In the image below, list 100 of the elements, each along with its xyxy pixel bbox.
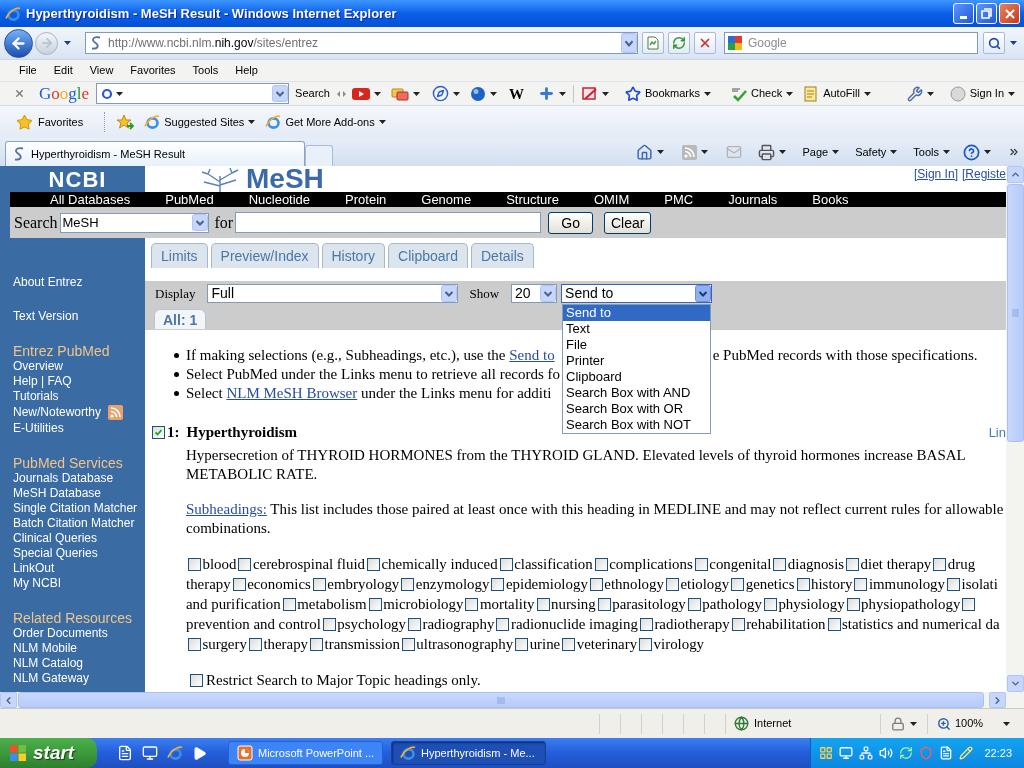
sidebar-link[interactable]: Special Queries bbox=[13, 546, 98, 561]
checkbox[interactable] bbox=[846, 598, 860, 611]
sidebar-link[interactable]: Order Documents bbox=[13, 626, 108, 641]
header-link[interactable]: [Registe bbox=[961, 167, 1006, 181]
pencil-icon[interactable] bbox=[959, 746, 973, 760]
spellcheck-button[interactable]: Check bbox=[727, 82, 797, 105]
checkbox[interactable] bbox=[639, 618, 653, 631]
checkbox[interactable] bbox=[188, 638, 201, 651]
page-tab[interactable]: Details bbox=[471, 243, 534, 268]
toolbar-search-button[interactable]: Search bbox=[294, 82, 331, 105]
checkbox[interactable] bbox=[190, 673, 203, 687]
scroll-down-button[interactable] bbox=[1006, 675, 1024, 692]
database-link[interactable]: Protein bbox=[345, 192, 387, 207]
checkbox[interactable] bbox=[536, 598, 550, 611]
database-link[interactable]: Nucleotide bbox=[248, 192, 311, 207]
checkbox[interactable] bbox=[594, 558, 608, 571]
database-link[interactable]: Genome bbox=[421, 192, 472, 207]
command-menu[interactable]: Tools bbox=[910, 141, 953, 163]
menu-item[interactable]: Edit bbox=[46, 60, 80, 81]
favorites-button[interactable]: Favorites bbox=[13, 110, 87, 134]
checkbox[interactable] bbox=[248, 638, 262, 651]
sync-icon[interactable] bbox=[899, 746, 913, 760]
checkbox[interactable] bbox=[368, 598, 382, 611]
checkbox[interactable] bbox=[465, 598, 479, 611]
send-to-select[interactable]: Send to bbox=[561, 284, 713, 303]
checkbox[interactable] bbox=[188, 558, 201, 571]
menu-item[interactable]: File bbox=[12, 60, 44, 81]
checkbox[interactable] bbox=[796, 578, 810, 591]
checkbox[interactable] bbox=[773, 558, 787, 571]
clear-button[interactable]: Clear bbox=[604, 211, 652, 234]
result-tab[interactable]: All: 1 bbox=[154, 309, 207, 329]
database-link[interactable]: PubMed bbox=[165, 192, 214, 207]
checkbox[interactable] bbox=[496, 618, 510, 631]
checkbox[interactable] bbox=[312, 578, 326, 591]
database-select[interactable]: MeSH bbox=[59, 212, 209, 233]
subheadings-link[interactable]: Subheadings: bbox=[186, 501, 267, 517]
menu-item[interactable]: View bbox=[82, 60, 121, 81]
checkbox[interactable] bbox=[322, 618, 336, 631]
checkbox[interactable] bbox=[282, 598, 296, 611]
checkbox[interactable] bbox=[846, 558, 860, 571]
checkbox[interactable] bbox=[310, 638, 324, 651]
database-link[interactable]: OMIM bbox=[593, 192, 630, 207]
links-menu-link[interactable]: Lin bbox=[988, 422, 1006, 443]
checkbox[interactable] bbox=[687, 598, 701, 611]
search-input[interactable] bbox=[235, 212, 542, 233]
sidebar-link[interactable]: LinkOut bbox=[13, 561, 55, 576]
checkbox[interactable] bbox=[367, 558, 380, 571]
network-icon[interactable] bbox=[859, 746, 873, 760]
search-field[interactable]: Google bbox=[724, 32, 978, 54]
document-icon[interactable] bbox=[939, 746, 953, 760]
database-link[interactable]: Structure bbox=[506, 192, 559, 207]
checkbox[interactable] bbox=[639, 638, 653, 651]
go-button[interactable]: Go bbox=[548, 211, 594, 234]
sidebar-link[interactable]: Batch Citation Matcher bbox=[13, 516, 135, 531]
checkbox[interactable] bbox=[962, 598, 976, 611]
favorites-link[interactable]: Get More Add-ons bbox=[263, 110, 388, 134]
checkbox[interactable] bbox=[731, 618, 745, 631]
taskbar-button[interactable]: Hyperthyroidism - Me... bbox=[391, 741, 546, 765]
database-link[interactable]: Journals bbox=[728, 192, 778, 207]
checkbox[interactable] bbox=[763, 598, 777, 611]
start-button[interactable]: start bbox=[0, 738, 97, 768]
sidebar-link[interactable]: Clinical Queries bbox=[13, 531, 98, 546]
page-tab[interactable]: Preview/Index bbox=[210, 243, 319, 268]
sidebar-link[interactable]: MeSH Database bbox=[13, 486, 102, 501]
command-menu[interactable]: Safety bbox=[852, 141, 901, 163]
sidebar-link[interactable]: Journals Database bbox=[13, 471, 114, 486]
checkbox[interactable] bbox=[499, 558, 513, 571]
database-link[interactable]: Books bbox=[812, 192, 849, 207]
checkbox[interactable] bbox=[933, 558, 947, 571]
page-tab[interactable]: Clipboard bbox=[388, 243, 468, 268]
checkbox[interactable] bbox=[401, 638, 415, 651]
monitor-icon[interactable] bbox=[839, 746, 853, 760]
sidebar-link[interactable]: My NCBI bbox=[13, 576, 61, 591]
checkbox[interactable] bbox=[491, 578, 505, 591]
checkbox[interactable] bbox=[408, 618, 421, 631]
scroll-left-button[interactable] bbox=[0, 692, 17, 708]
minimize-button[interactable] bbox=[953, 3, 974, 24]
checkbox[interactable] bbox=[589, 578, 603, 591]
favorites-link[interactable]: Suggested Sites bbox=[142, 110, 258, 134]
checkbox[interactable] bbox=[947, 578, 960, 591]
sidebar-link[interactable]: Help | FAQ bbox=[13, 374, 72, 389]
scroll-right-button[interactable] bbox=[989, 692, 1006, 708]
autofill-button[interactable]: AutoFill bbox=[800, 82, 874, 105]
checkbox[interactable] bbox=[515, 638, 529, 651]
refresh-button[interactable] bbox=[668, 32, 690, 54]
checkbox[interactable] bbox=[694, 558, 708, 571]
checkbox[interactable] bbox=[854, 578, 868, 591]
sidebar-link[interactable]: Tutorials bbox=[13, 389, 59, 404]
checkbox[interactable] bbox=[238, 558, 252, 571]
checkbox[interactable] bbox=[731, 578, 745, 591]
sidebar-link[interactable]: Single Citation Matcher bbox=[13, 501, 138, 516]
checkbox[interactable] bbox=[827, 618, 841, 631]
search-button[interactable] bbox=[983, 32, 1005, 54]
compatibility-view-button[interactable] bbox=[642, 32, 664, 54]
command-menu[interactable]: Page bbox=[799, 141, 843, 163]
text-link[interactable]: NLM MeSH Browser bbox=[226, 385, 358, 401]
toolbar-search-field[interactable] bbox=[96, 83, 290, 104]
show-select[interactable]: 20 bbox=[511, 284, 558, 303]
dropdown-option[interactable]: Send to bbox=[563, 305, 711, 321]
bookmarks-button[interactable]: Bookmarks bbox=[621, 82, 714, 105]
